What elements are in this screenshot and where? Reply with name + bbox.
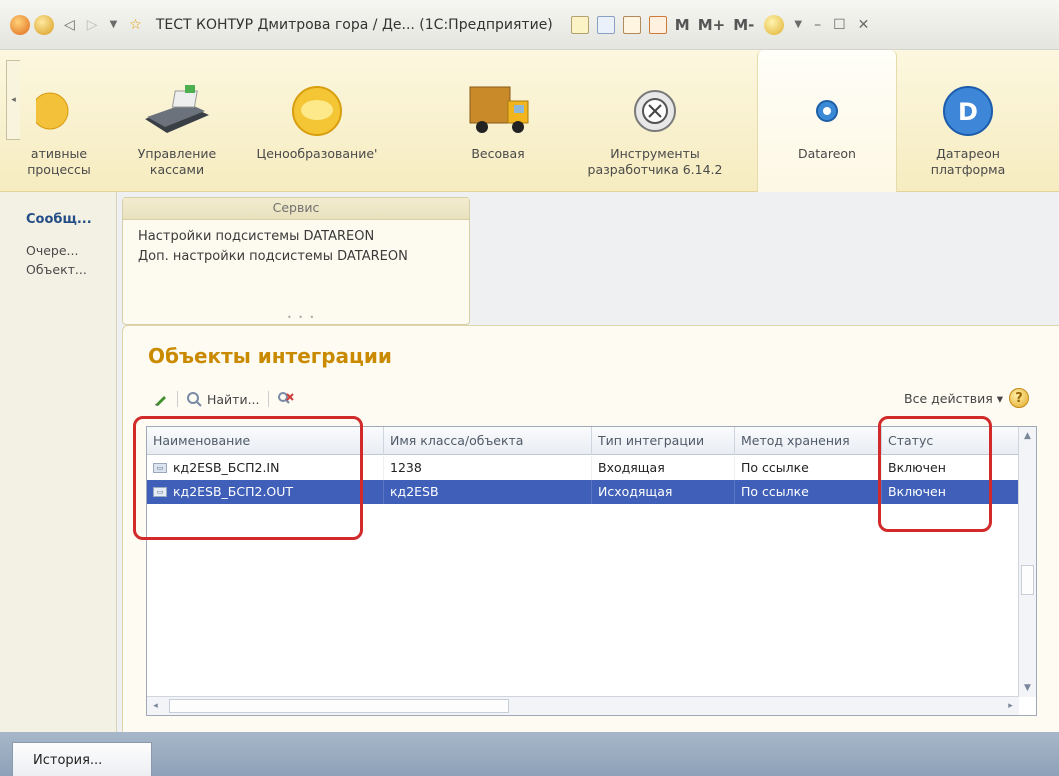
section-datareon-platform[interactable]: D Датареон платформа [908,50,1028,192]
highlight-status-column [878,416,992,532]
toolbar-separator [267,391,269,407]
section-label: Датареон платформа [930,146,1006,177]
column-header-type[interactable]: Тип интеграции [592,427,735,455]
pencil-icon [155,396,166,406]
title-bar: ◁ ▷ ▼ ☆ ТЕСТ КОНТУР Дмитрова гора / Де..… [0,0,1059,50]
svg-text:D: D [958,98,978,126]
developer-tools-icon [631,78,679,144]
info-icon[interactable] [764,14,785,35]
cell-method: По ссылке [735,456,882,480]
column-header-method[interactable]: Метод хранения [735,427,882,455]
vertical-scrollbar[interactable]: ▲ ▼ [1018,427,1036,697]
nav-link-objects[interactable]: Объект... [26,262,116,277]
process-icon [36,78,82,144]
column-header-class[interactable]: Имя класса/объекта [384,427,592,455]
section-processes[interactable]: ативные процессы [14,50,104,192]
section-pricing[interactable]: Ценообразование' [254,50,380,192]
scroll-down-icon[interactable]: ▼ [1019,679,1036,697]
cancel-search-icon [277,392,294,404]
links-icon[interactable] [570,15,589,34]
cell-type: Входящая [592,456,735,480]
history-button[interactable]: История... [12,742,152,776]
pricing-coin-icon [289,78,345,144]
find-button-label: Найти... [207,391,260,407]
nav-link-queues[interactable]: Очере... [26,243,116,258]
scroll-up-icon[interactable]: ▲ [1019,427,1036,445]
window-title: ТЕСТ КОНТУР Дмитрова гора / Де... (1С:Пр… [155,16,553,33]
form-toolbar: Найти... [153,388,295,410]
section-label: ативные процессы [27,146,91,177]
section-label: Управление кассами [137,146,217,177]
bottom-bar: История... [0,732,1059,776]
main-menu-icon[interactable] [34,14,54,35]
memory-m-button[interactable]: M [675,16,690,34]
vertical-scroll-thumb[interactable] [1021,565,1034,595]
datareon-icon [807,78,847,144]
horizontal-scroll-thumb[interactable] [169,699,509,713]
all-actions-menu[interactable]: Все действия ▾ [904,391,1003,406]
service-link-extra-settings[interactable]: Доп. настройки подсистемы DATAREON [123,244,469,264]
section-developer-tools[interactable]: Инструменты разработчика 6.14.2 [582,50,728,192]
memory-m-plus-button[interactable]: M+ [698,16,726,34]
section-label: Весовая [471,146,525,161]
cell-method: По ссылке [735,480,882,504]
calculator-icon[interactable] [622,15,641,34]
highlight-name-column [133,416,363,540]
resize-grip[interactable]: • • • [287,313,316,322]
sections-panel: ◂ ативные процессы Управление кассами Це… [0,50,1059,192]
section-label: Datareon [798,146,856,161]
cash-terminal-icon [139,78,215,144]
find-button[interactable]: Найти... [186,391,260,407]
edit-button[interactable] [153,391,169,407]
toolbar-separator [177,391,178,407]
dropdown-arrow-icon[interactable]: ▼ [110,19,118,30]
service-link-settings[interactable]: Настройки подсистемы DATAREON [123,224,469,244]
maximize-icon[interactable]: ☐ [833,17,846,33]
favorites-star-icon[interactable]: ☆ [129,17,142,33]
cell-class: кд2ESB [384,480,592,504]
horizontal-scrollbar[interactable]: ◂ ▸ [147,696,1019,715]
scroll-left-icon[interactable]: ◂ [147,697,164,715]
help-icon[interactable]: ? [1009,388,1029,408]
page-title: Объекты интеграции [148,344,392,368]
forward-arrow-icon[interactable]: ▷ [87,17,98,33]
service-panel: Сервис Настройки подсистемы DATAREON Доп… [122,197,470,325]
section-label: Инструменты разработчика 6.14.2 [587,146,723,177]
section-weighing[interactable]: Весовая [448,50,548,192]
left-navigation: Сообщ... Очере... Объект... [0,192,117,732]
calendar-icon[interactable] [596,15,615,34]
calendar-date-icon[interactable] [648,15,667,34]
integration-objects-form: Объекты интеграции Найти... Все действия… [122,325,1059,732]
section-cash-management[interactable]: Управление кассами [122,50,232,192]
memory-m-minus-button[interactable]: M- [733,16,754,34]
cell-class: 1238 [384,456,592,480]
truck-icon [462,78,534,144]
scroll-right-icon[interactable]: ▸ [1002,697,1019,715]
close-icon[interactable]: ✕ [858,17,870,33]
section-datareon[interactable]: Datareon [757,50,897,192]
magnifier-icon [187,392,202,407]
cell-type: Исходящая [592,480,735,504]
back-arrow-icon[interactable]: ◁ [64,17,75,33]
datareon-platform-icon: D [940,78,996,144]
section-label: Ценообразование' [256,146,378,161]
info-dropdown-icon[interactable]: ▼ [794,19,802,30]
minimize-icon[interactable]: – [814,17,821,33]
cancel-search-button[interactable] [277,391,295,407]
app-menu-icon[interactable] [10,14,30,35]
service-header: Сервис [123,198,469,220]
nav-group-messages[interactable]: Сообщ... [26,212,116,227]
